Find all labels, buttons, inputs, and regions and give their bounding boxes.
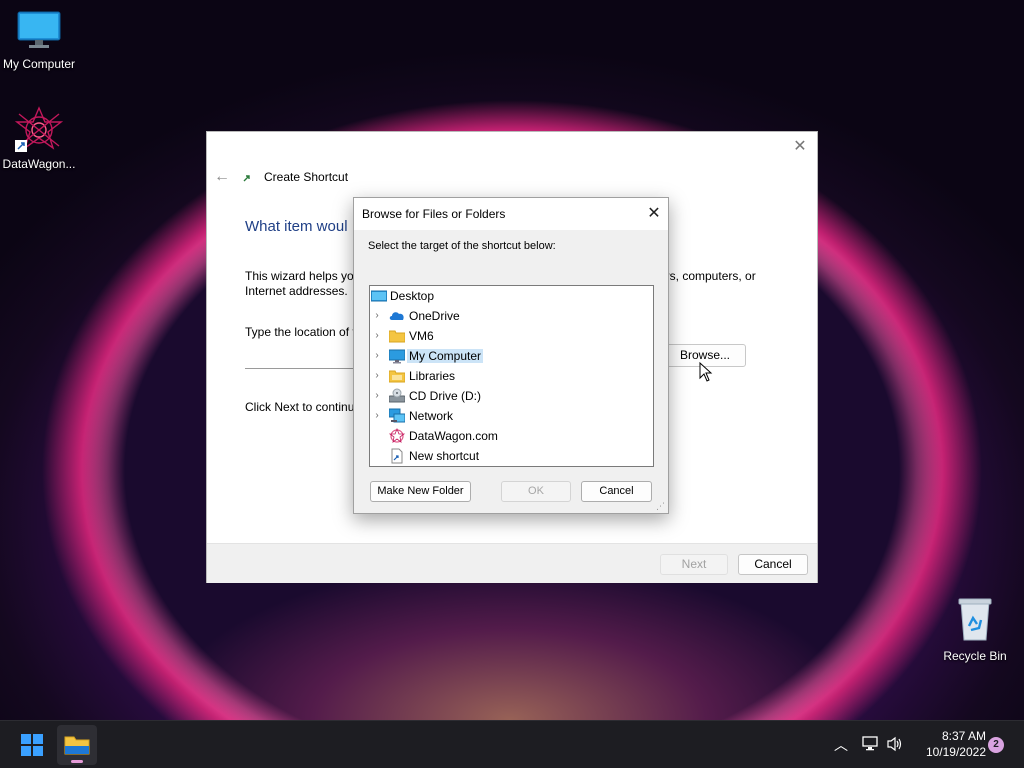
chevron-right-icon[interactable]: › [372,350,382,362]
tree-item-label: VM6 [409,329,434,343]
desktop-icon-label: Recycle Bin [943,649,1007,663]
tree-item-cd-drive[interactable]: › CD Drive (D:) [370,386,653,406]
file-explorer-taskbar-button[interactable] [57,725,97,765]
active-app-indicator [71,760,83,763]
tree-item-datawagon[interactable]: DataWagon.com [370,426,653,446]
tree-item-label: DataWagon.com [409,429,498,443]
folder-icon [389,330,405,343]
tree-item-new-shortcut[interactable]: New shortcut [370,446,653,466]
mouse-cursor-icon [699,362,713,382]
wizard-heading: What item woul [245,218,348,235]
taskbar: ︿ 8:37 AM 10/19/2022 2 [0,720,1024,768]
tree-item-libraries[interactable]: › Libraries [370,366,653,386]
wizard-description-right: ers, computers, or [659,269,756,283]
desktop-icon [371,290,387,302]
wizard-footer: Next Cancel [207,543,817,583]
desktop-icon-label: My Computer [2,57,76,71]
desktop-icon-label: DataWagon... [2,157,76,171]
tree-item-label-selected: My Computer [407,349,484,363]
datawagon-logo-icon [14,106,64,152]
wizard-cancel-button[interactable]: Cancel [738,554,808,575]
browse-dialog-title: Browse for Files or Folders [362,207,506,221]
back-arrow-icon[interactable]: ← [214,168,230,186]
desktop-icon-my-computer[interactable]: My Computer [0,10,81,71]
tree-item-label: CD Drive (D:) [409,389,481,403]
tree-item-onedrive[interactable]: › OneDrive [370,306,653,326]
notification-badge[interactable]: 2 [988,737,1004,753]
clock-date[interactable]: 10/19/2022 [906,745,986,759]
chevron-right-icon[interactable]: › [372,390,382,402]
start-button[interactable] [12,725,52,765]
volume-icon[interactable] [886,736,904,752]
tree-item-vm6[interactable]: › VM6 [370,326,653,346]
monitor-icon [389,349,405,364]
shortcut-arrow-icon [241,172,253,184]
tree-item-label: OneDrive [409,309,460,323]
resize-grip-icon[interactable]: ⋰ [656,501,666,511]
network-icon [389,408,405,423]
tree-item-my-computer[interactable]: › My Computer [370,346,653,366]
recycle-bin-icon [958,598,992,641]
chevron-right-icon[interactable]: › [372,410,382,422]
tree-item-desktop[interactable]: Desktop [370,286,653,306]
browse-close-icon[interactable]: ✕ [644,204,664,224]
chevron-right-icon[interactable]: › [372,310,382,322]
wallpaper-glow [160,560,860,720]
browse-cancel-button[interactable]: Cancel [581,481,652,502]
click-next-text: Click Next to continu [245,400,355,414]
chevron-right-icon[interactable]: › [372,370,382,382]
chevron-right-icon[interactable]: › [372,330,382,342]
monitor-icon [17,11,61,48]
ok-button[interactable]: OK [501,481,571,502]
show-hidden-icons-chevron-icon[interactable]: ︿ [834,735,848,755]
tree-item-label: Libraries [409,369,456,383]
libraries-icon [389,370,405,383]
location-label: Type the location of t [245,325,356,339]
browse-dialog: Browse for Files or Folders ✕ Select the… [353,197,669,514]
tree-item-label: Network [409,409,454,423]
onedrive-icon [389,312,404,320]
wizard-description-line2: Internet addresses. [245,284,348,298]
tree-item-network[interactable]: › Network [370,406,653,426]
browse-dialog-titlebar[interactable]: Browse for Files or Folders ✕ [354,198,668,230]
tree-item-label: Desktop [390,289,435,303]
file-explorer-icon [64,736,90,755]
clock-time[interactable]: 8:37 AM [920,729,986,743]
browse-instruction: Select the target of the shortcut below: [368,240,556,252]
network-tray-icon[interactable] [862,736,880,752]
datawagon-logo-icon [389,428,405,443]
tree-item-label: New shortcut [409,449,480,463]
shortcut-file-icon [391,448,403,464]
next-button[interactable]: Next [660,554,728,575]
wizard-title: Create Shortcut [264,170,349,184]
wizard-description-line1: This wizard helps you [245,269,361,283]
windows-logo-icon [21,734,43,756]
desktop-icon-recycle-bin[interactable]: Recycle Bin [933,598,1017,663]
folder-tree[interactable]: Desktop › OneDrive › VM6 › My Computer ›… [369,285,654,467]
wizard-close-icon[interactable]: ✕ [791,138,809,156]
make-new-folder-button[interactable]: Make New Folder [370,481,471,502]
cd-drive-icon [389,388,405,403]
desktop-icon-datawagon[interactable]: DataWagon... [0,106,81,171]
